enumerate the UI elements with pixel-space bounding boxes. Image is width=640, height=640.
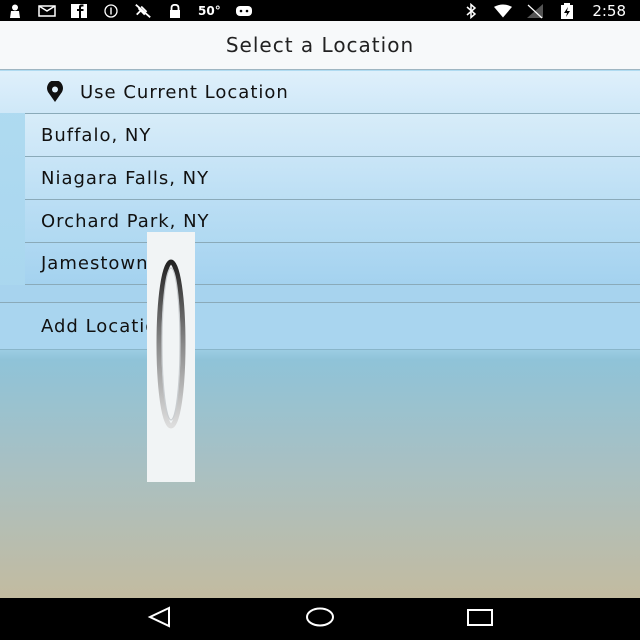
back-button[interactable] (140, 604, 180, 634)
status-bar: 50° 2:58 (0, 0, 640, 21)
navigation-bar (0, 598, 640, 640)
location-item-jamestown[interactable]: Jamestown, NY (25, 242, 640, 285)
temperature-readout: 50° (198, 3, 221, 18)
location-item-label: Buffalo, NY (41, 124, 152, 146)
android-icon (235, 4, 253, 18)
page-title: Select a Location (0, 21, 640, 70)
status-left-icons: 50° (6, 3, 253, 18)
status-right-icons: 2:58 (462, 2, 634, 20)
facebook-icon (70, 3, 88, 18)
no-satellite-icon (134, 3, 152, 18)
clock-time: 2:58 (592, 1, 626, 20)
person-icon (6, 4, 24, 18)
location-item-buffalo[interactable]: Buffalo, NY (25, 113, 640, 156)
list-divider-band (0, 285, 640, 303)
bluetooth-icon (462, 2, 480, 19)
recents-button[interactable] (460, 604, 500, 634)
mail-icon (38, 4, 56, 18)
add-location-button[interactable]: Add Location (0, 303, 640, 350)
battery-charging-icon (558, 2, 576, 19)
use-current-location-label: Use Current Location (80, 81, 289, 103)
location-item-label: Orchard Park, NY (41, 210, 210, 232)
recents-icon (466, 607, 494, 631)
home-button[interactable] (300, 604, 340, 634)
wifi-icon (494, 3, 513, 18)
info-icon (102, 3, 120, 18)
back-icon (147, 606, 173, 632)
use-current-location-button[interactable]: Use Current Location (0, 71, 640, 113)
signal-icon (526, 3, 544, 18)
home-icon (304, 606, 336, 632)
location-pin-icon (44, 81, 66, 103)
location-item-orchard-park[interactable]: Orchard Park, NY (25, 199, 640, 242)
loading-spinner (147, 232, 195, 482)
location-list: Use Current Location Buffalo, NY Niagara… (0, 71, 640, 350)
lock-icon (166, 3, 184, 18)
location-item-label: Niagara Falls, NY (41, 167, 210, 189)
location-item-niagara-falls[interactable]: Niagara Falls, NY (25, 156, 640, 199)
